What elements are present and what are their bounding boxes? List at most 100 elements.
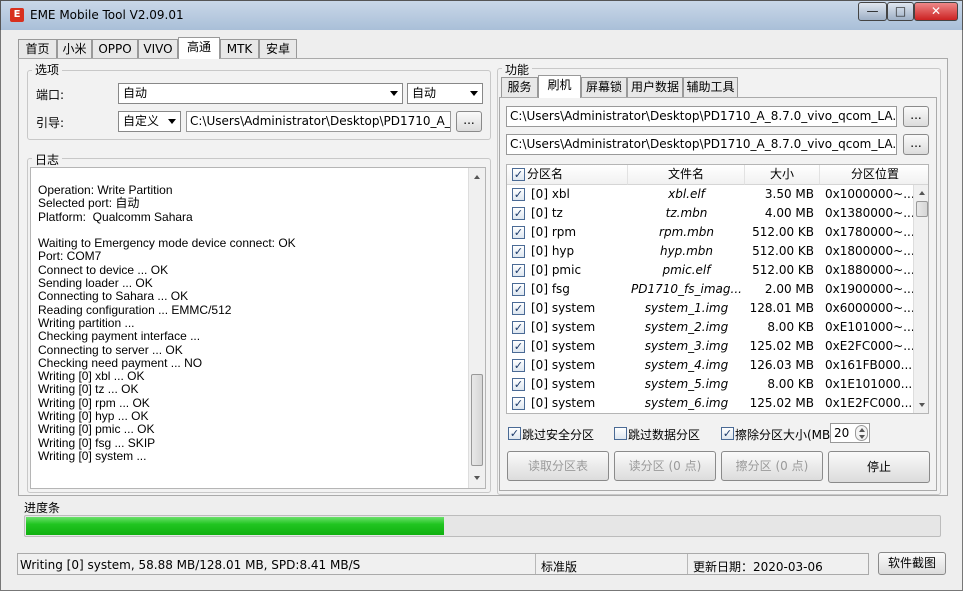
row-checkbox[interactable]: ✓ xyxy=(512,302,525,315)
column-header-size[interactable]: 大小 xyxy=(745,165,820,185)
partition-size: 512.00 KB xyxy=(752,244,814,258)
firmware-browse-button-1[interactable]: ... xyxy=(903,106,929,127)
skip-security-checkbox[interactable]: ✓ xyxy=(508,427,521,440)
erase-size-spinner[interactable]: 20 xyxy=(830,423,870,443)
close-button[interactable]: ✕ xyxy=(914,2,958,21)
partition-list[interactable]: ✓ 分区名 文件名 大小 分区位置 ✓ [0] xbl xbl.elf 3.50 MB… xyxy=(506,164,929,414)
row-checkbox[interactable]: ✓ xyxy=(512,226,525,239)
log-scroll-thumb[interactable] xyxy=(471,374,483,466)
tab-home[interactable]: 首页 xyxy=(18,39,57,58)
table-row[interactable]: ✓ [0] xbl xbl.elf 3.50 MB 0x1000000~... xyxy=(507,185,913,204)
tab-xiaomi[interactable]: 小米 xyxy=(57,39,92,58)
partition-scroll-thumb[interactable] xyxy=(916,201,928,217)
partition-file: pmic.elf xyxy=(662,263,711,277)
loader-mode-select[interactable]: 自定义 xyxy=(118,111,181,132)
scroll-down-icon[interactable] xyxy=(474,476,480,480)
column-header-partition[interactable]: ✓ 分区名 xyxy=(507,165,628,185)
log-textarea[interactable]: Operation: Write Partition Selected port… xyxy=(30,167,486,489)
tab-flash[interactable]: 刷机 xyxy=(538,75,581,98)
erase-size-label[interactable]: 擦除分区大小(MB) xyxy=(735,426,835,443)
table-row[interactable]: ✓ [0] system system_3.img 125.02 MB 0xE2FC00… xyxy=(507,337,913,356)
partition-position: 0x6000000~... xyxy=(825,301,913,315)
row-checkbox[interactable]: ✓ xyxy=(512,283,525,296)
screenshot-button[interactable]: 软件截图 xyxy=(878,552,946,575)
table-row[interactable]: ✓ [0] system system_1.img 128.01 MB 0x600000… xyxy=(507,299,913,318)
options-group-label: 选项 xyxy=(32,61,63,78)
table-row[interactable]: ✓ [0] pmic pmic.elf 512.00 KB 0x1880000~... xyxy=(507,261,913,280)
row-checkbox[interactable]: ✓ xyxy=(512,378,525,391)
firmware-path-field-1[interactable]: C:\Users\Administrator\Desktop\PD1710_A_… xyxy=(506,106,897,127)
table-row[interactable]: ✓ [0] system system_6.img 125.02 MB 0x1E2FC0… xyxy=(507,394,913,413)
row-checkbox[interactable]: ✓ xyxy=(512,359,525,372)
read-partition-button[interactable]: 读分区 (0 点) xyxy=(614,451,716,481)
partition-position: 0x1E2FC000... xyxy=(825,396,913,410)
tab-vivo[interactable]: VIVO xyxy=(138,39,178,58)
row-checkbox[interactable]: ✓ xyxy=(512,397,525,410)
table-row[interactable]: ✓ [0] system system_5.img 8.00 KB 0x1E101000… xyxy=(507,375,913,394)
maximize-button[interactable]: □ xyxy=(887,2,914,21)
row-checkbox[interactable]: ✓ xyxy=(512,245,525,258)
partition-scrollbar[interactable] xyxy=(913,185,928,413)
skip-data-checkbox[interactable] xyxy=(614,427,627,440)
partition-name: [0] system xyxy=(531,320,596,334)
row-checkbox[interactable]: ✓ xyxy=(512,321,525,334)
tab-service[interactable]: 服务 xyxy=(501,77,538,97)
partition-name: [0] rpm xyxy=(531,225,577,239)
tab-tools[interactable]: 辅助工具 xyxy=(683,77,738,97)
skip-security-label[interactable]: 跳过安全分区 xyxy=(522,426,594,443)
port-select[interactable]: 自动 xyxy=(118,83,403,104)
tab-mtk[interactable]: MTK xyxy=(220,39,259,58)
minimize-button[interactable]: — xyxy=(858,2,887,21)
skip-data-label[interactable]: 跳过数据分区 xyxy=(628,426,700,443)
tab-screen-lock[interactable]: 屏幕锁 xyxy=(581,77,627,97)
scroll-up-icon[interactable] xyxy=(474,175,480,179)
table-row[interactable]: ✓ [0] system system_2.img 8.00 KB 0xE101000~… xyxy=(507,318,913,337)
loader-browse-button[interactable]: ... xyxy=(456,111,482,132)
status-bar: Writing [0] system, 58.88 MB/128.01 MB, … xyxy=(17,553,869,575)
partition-rows: ✓ [0] xbl xbl.elf 3.50 MB 0x1000000~... ✓ [0] … xyxy=(507,185,913,413)
scroll-down-icon[interactable] xyxy=(919,403,925,407)
tab-qualcomm[interactable]: 高通 xyxy=(178,37,220,59)
loader-path-field[interactable]: C:\Users\Administrator\Desktop\PD1710_A_… xyxy=(186,111,451,132)
row-checkbox[interactable]: ✓ xyxy=(512,188,525,201)
partition-position: 0x1380000~... xyxy=(825,206,913,220)
log-scrollbar[interactable] xyxy=(468,168,485,488)
chevron-down-icon xyxy=(168,119,176,124)
partition-file: PD1710_fs_imag... xyxy=(631,282,742,296)
partition-file: system_4.img xyxy=(644,358,729,372)
partition-name: [0] pmic xyxy=(531,263,582,277)
select-all-checkbox[interactable]: ✓ xyxy=(512,168,525,181)
firmware-path-field-2[interactable]: C:\Users\Administrator\Desktop\PD1710_A_… xyxy=(506,134,897,155)
table-row[interactable]: ✓ [0] hyp hyp.mbn 512.00 KB 0x1800000~... xyxy=(507,242,913,261)
loader-label: 引导: xyxy=(36,116,65,130)
tab-user-data[interactable]: 用户数据 xyxy=(627,77,683,97)
title-bar: E EME Mobile Tool V2.09.01 — □ ✕ xyxy=(0,0,963,30)
firmware-browse-button-2[interactable]: ... xyxy=(903,134,929,155)
scroll-up-icon[interactable] xyxy=(919,191,925,195)
column-header-file[interactable]: 文件名 xyxy=(628,165,745,185)
erase-partition-button[interactable]: 擦分区 (0 点) xyxy=(721,451,823,481)
stop-button[interactable]: 停止 xyxy=(828,451,930,483)
log-group-label: 日志 xyxy=(32,151,63,168)
partition-position: 0x1900000~... xyxy=(825,282,913,296)
spinner-arrows-icon[interactable] xyxy=(855,425,868,441)
row-checkbox[interactable]: ✓ xyxy=(512,340,525,353)
column-header-position[interactable]: 分区位置 xyxy=(820,165,928,185)
partition-size: 512.00 KB xyxy=(752,225,814,239)
read-partition-table-button[interactable]: 读取分区表 xyxy=(507,451,609,481)
table-row[interactable]: ✓ [0] tz tz.mbn 4.00 MB 0x1380000~... xyxy=(507,204,913,223)
row-checkbox[interactable]: ✓ xyxy=(512,207,525,220)
spinner-up-icon[interactable] xyxy=(859,428,865,432)
row-checkbox[interactable]: ✓ xyxy=(512,264,525,277)
partition-name: [0] system xyxy=(531,396,596,410)
spinner-down-icon[interactable] xyxy=(859,435,865,439)
port-mode-select[interactable]: 自动 xyxy=(407,83,483,104)
status-update-date: 更新日期：2020-03-06 xyxy=(693,560,823,574)
tab-android[interactable]: 安卓 xyxy=(259,39,297,58)
table-row[interactable]: ✓ [0] system system_4.img 126.03 MB 0x161FB0… xyxy=(507,356,913,375)
partition-name: [0] system xyxy=(531,377,596,391)
tab-oppo[interactable]: OPPO xyxy=(92,39,138,58)
erase-size-checkbox[interactable]: ✓ xyxy=(721,427,734,440)
table-row[interactable]: ✓ [0] rpm rpm.mbn 512.00 KB 0x1780000~... xyxy=(507,223,913,242)
table-row[interactable]: ✓ [0] fsg PD1710_fs_imag... 2.00 MB 0x190000… xyxy=(507,280,913,299)
